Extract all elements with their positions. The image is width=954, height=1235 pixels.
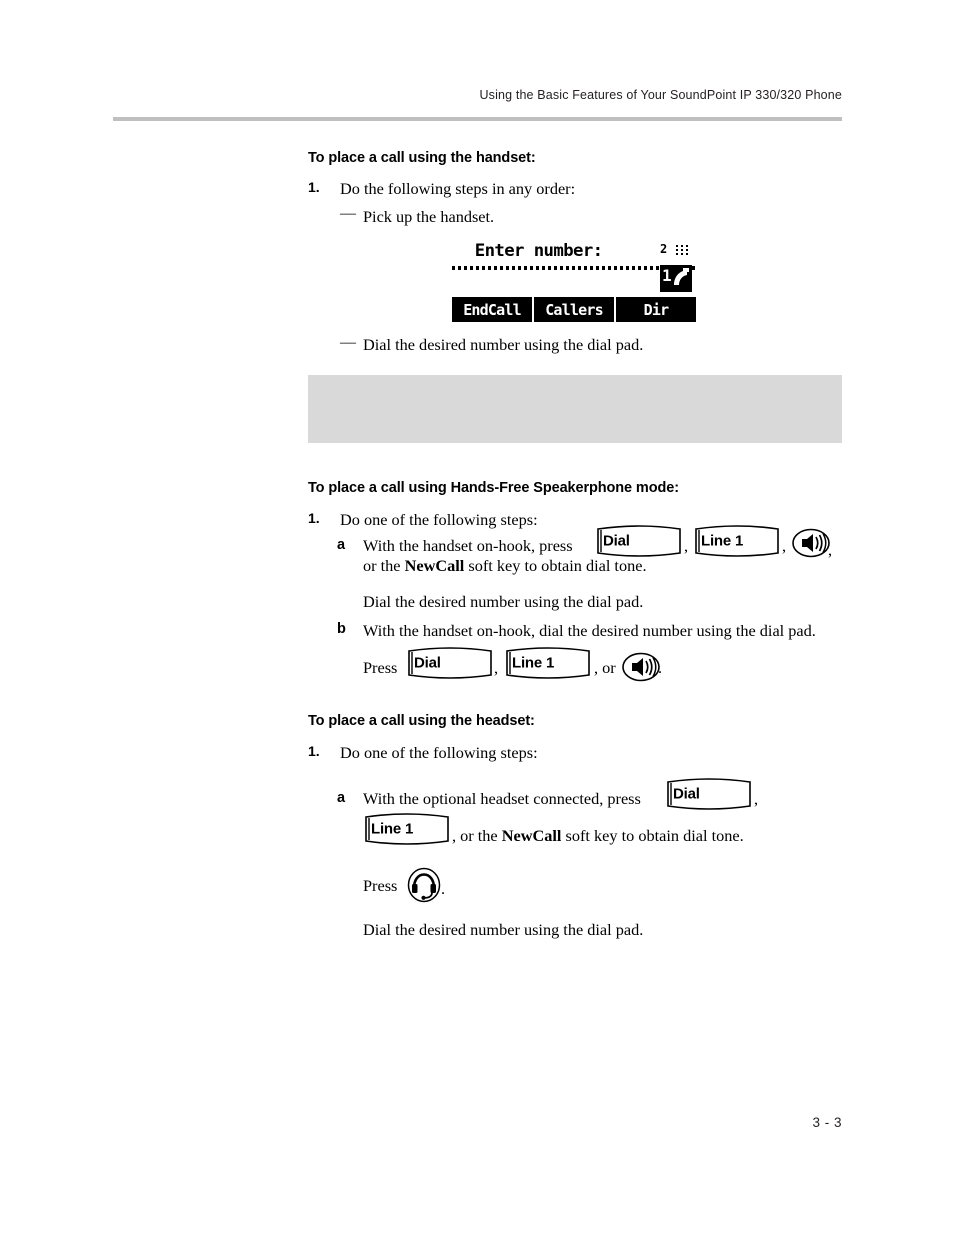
softkey-dir[interactable]: Dir: [616, 297, 696, 322]
off-hook-handset-icon: [674, 268, 689, 285]
running-header: Using the Basic Features of Your SoundPo…: [479, 88, 842, 102]
key-line1-speakerphone-a[interactable]: Line 1: [693, 524, 781, 558]
speakerphone-icon: [622, 652, 660, 682]
key-line1-label: Line 1: [371, 820, 414, 838]
key-line1-speakerphone-b[interactable]: Line 1: [504, 646, 592, 680]
key-dial-speakerphone-b[interactable]: Dial: [406, 646, 494, 680]
item-text-speakerphone-a-line2: or the NewCall soft key to obtain dial t…: [363, 555, 693, 576]
headset-line2-prefix: , or the: [452, 826, 498, 845]
step-number-handset: 1.: [308, 179, 320, 195]
lcd-active-line-number: 1: [662, 266, 672, 285]
comma-after-speaker-a: ,: [828, 540, 833, 559]
header-rule: [113, 117, 842, 121]
key-dial-label: Dial: [414, 654, 441, 672]
step-text-handset: Do the following steps in any order:: [340, 179, 576, 198]
period-after-speaker-b: .: [658, 658, 663, 677]
lcd-softkey-row: EndCall Callers Dir: [452, 297, 696, 322]
item-marker-headset-a: a: [337, 790, 346, 806]
item-followup-headset-a: Dial the desired number using the dial p…: [363, 920, 644, 939]
comma-after-dial-a: ,: [684, 536, 689, 555]
softkey-callers[interactable]: Callers: [534, 297, 614, 322]
comma-after-line1-a: ,: [782, 536, 787, 555]
item-text-headset-a-line2: , or the NewCall soft key to obtain dial…: [452, 825, 812, 846]
item-followup-speakerphone-a: Dial the desired number using the dial p…: [363, 592, 644, 611]
step-number-headset: 1.: [308, 743, 320, 759]
comma-after-dial-b: ,: [494, 658, 499, 677]
lcd-active-line-badge: 1: [660, 265, 692, 292]
bullet-dash-dial: —: [340, 334, 356, 351]
key-dial-headset-a[interactable]: Dial: [665, 777, 753, 811]
softkey-endcall[interactable]: EndCall: [452, 297, 532, 322]
section-heading-speakerphone: To place a call using Hands-Free Speaker…: [308, 480, 679, 496]
section-heading-handset: To place a call using the handset:: [308, 150, 536, 166]
section-heading-headset: To place a call using the headset:: [308, 713, 535, 729]
step-text-headset: Do one of the following steps:: [340, 743, 538, 762]
key-line1-label: Line 1: [701, 532, 744, 550]
line2-a-suffix: soft key to obtain dial tone.: [468, 556, 647, 575]
gray-placeholder-block: [308, 375, 842, 443]
key-dial-speakerphone-a[interactable]: Dial: [595, 524, 683, 558]
headset-line2-suffix: soft key to obtain dial tone.: [565, 826, 744, 845]
press-label-speakerphone-b: Press: [363, 658, 398, 677]
key-dial-label: Dial: [603, 532, 630, 550]
item-marker-speakerphone-b: b: [337, 621, 346, 637]
newcall-softkey-name-headset: NewCall: [501, 826, 562, 845]
speakerphone-icon-button-a[interactable]: [791, 528, 831, 558]
item-text-headset-a-line1: With the optional headset connected, pre…: [363, 789, 641, 808]
bullet-text-dial-handset: Dial the desired number using the dial p…: [363, 335, 644, 354]
line2-a-prefix: or the: [363, 556, 401, 575]
newcall-softkey-name-a: NewCall: [404, 556, 465, 575]
dial-pad-grid-icon: [676, 245, 691, 259]
key-line1-headset-a[interactable]: Line 1: [363, 812, 451, 846]
press-label-headset: Press: [363, 876, 398, 895]
phone-lcd-screen: Enter number: 2 1 EndCall Callers Dir: [452, 240, 696, 324]
bullet-dash-pickup: —: [340, 205, 356, 222]
or-label-speakerphone-b: , or: [594, 658, 616, 677]
page-number: 3 - 3: [812, 1115, 842, 1130]
step-number-speakerphone: 1.: [308, 510, 320, 526]
headset-icon-button[interactable]: [406, 866, 442, 904]
bullet-text-pickup-handset: Pick up the handset.: [363, 207, 495, 226]
key-line1-label: Line 1: [512, 654, 555, 672]
speakerphone-icon: [792, 528, 830, 558]
key-dial-label: Dial: [673, 785, 700, 803]
lcd-line-digit: 2: [660, 242, 668, 256]
comma-after-dial-headset-a: ,: [754, 789, 759, 808]
headset-icon: [407, 867, 441, 903]
item-text-speakerphone-b-line1: With the handset on-hook, dial the desir…: [363, 621, 816, 640]
item-marker-speakerphone-a: a: [337, 537, 346, 553]
lcd-title-text: Enter number:: [474, 241, 603, 261]
speakerphone-icon-button-b[interactable]: [621, 652, 661, 682]
item-text-speakerphone-a-line1: With the handset on-hook, press: [363, 536, 573, 555]
period-after-headset-icon: .: [441, 879, 446, 898]
